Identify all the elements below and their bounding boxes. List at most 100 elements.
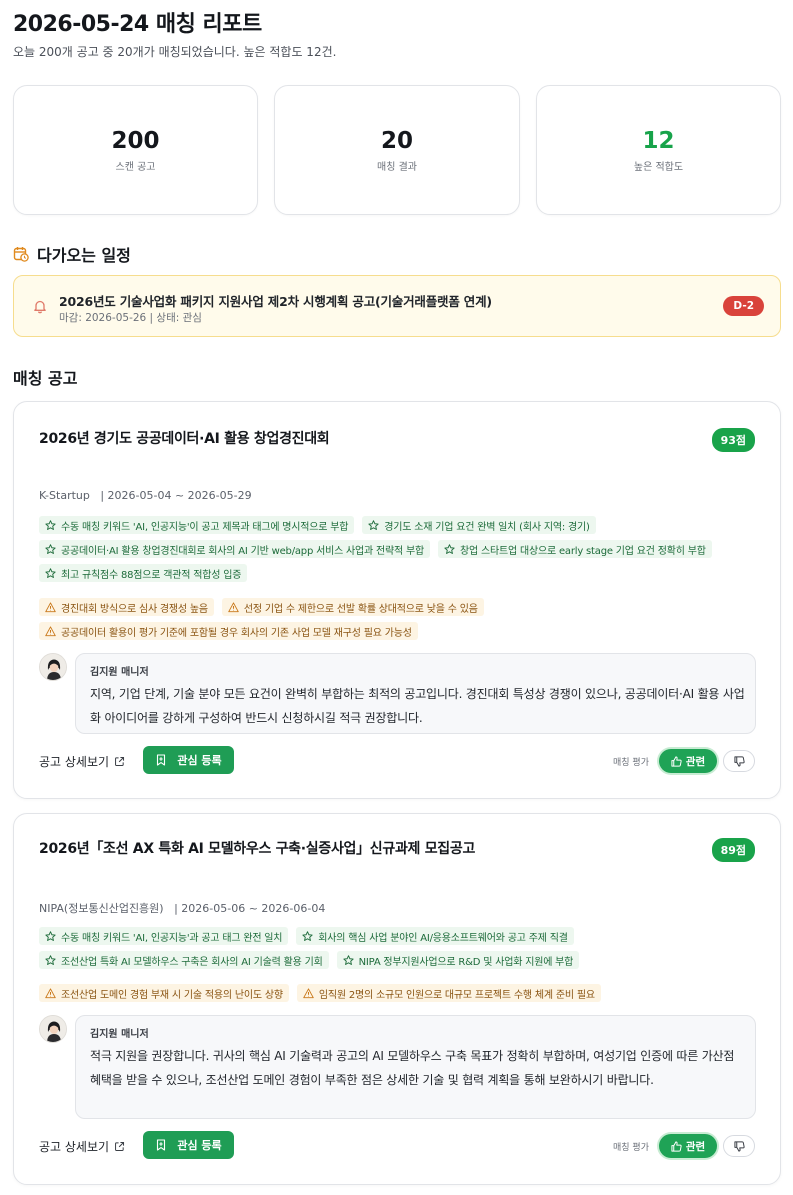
advisor-name: 김지원 매니저 [90, 667, 149, 678]
stat-value: 20 [380, 127, 413, 154]
star-icon [45, 954, 56, 965]
report-page: 2026-05-24 매칭 리포트 오늘 200개 공고 중 20개가 매칭되었… [0, 0, 793, 1195]
match-card: 2026년 경기도 공공데이터·AI 활용 창업경진대회 93점 K-Start… [13, 401, 781, 799]
matches-heading: 매칭 공고 [13, 369, 78, 388]
star-icon [45, 930, 56, 941]
deadline-meta: 마감: 2026-05-26 | 상태: 관심 [59, 312, 202, 324]
warning-icon [303, 987, 314, 998]
stat-value: 12 [642, 127, 675, 154]
detail-link-label: 공고 상세보기 [39, 1140, 110, 1154]
tag-label: 최고 규칙점수 88점으로 객관적 적합성 입증 [61, 569, 242, 581]
add-favorite-button[interactable]: 관심 등록 [143, 1131, 234, 1159]
relevant-button[interactable]: 관련 [659, 1134, 717, 1158]
bell-icon [34, 300, 46, 314]
score-badge: 89점 [711, 838, 755, 862]
bookmark-plus-icon [157, 754, 166, 766]
thumbs-up-icon [671, 755, 682, 767]
stat-value: 200 [111, 127, 160, 154]
score-badge: 93점 [711, 428, 755, 452]
stat-card-matched: 20 매칭 결과 [274, 85, 520, 215]
card-title[interactable]: 2026년「조선 AX 특화 AI 모델하우스 구축·실증사업」신규과제 모집공… [39, 838, 475, 858]
warning-icon [228, 601, 239, 612]
thumbs-up-icon [671, 1140, 682, 1152]
avatar [39, 653, 67, 681]
match-eval-label: 매칭 평가 [613, 758, 649, 768]
stat-label: 매칭 결과 [377, 161, 417, 173]
add-favorite-button[interactable]: 관심 등록 [143, 746, 234, 774]
stat-label: 높은 적합도 [633, 161, 684, 173]
tag-label: 경진대회 방식으로 심사 경쟁성 높음 [61, 603, 208, 615]
strength-tag: 조선산업 특화 AI 모델하우스 구축은 회사의 AI 기술력 활용 기회 [39, 951, 329, 969]
tag-label: 조선산업 특화 AI 모델하우스 구축은 회사의 AI 기술력 활용 기회 [61, 956, 323, 968]
strength-tags: 수동 매칭 키워드 'AI, 인공지능'과 공고 태그 완전 일치 회사의 핵심 … [39, 927, 759, 969]
add-favorite-label: 관심 등록 [177, 754, 222, 767]
advisor-comment-text: 적극 지원을 권장합니다. 귀사의 핵심 AI 기술력과 공고의 AI 모델하우… [90, 1049, 735, 1087]
not-relevant-button[interactable] [723, 750, 755, 772]
advisor-portrait-icon [40, 1016, 66, 1042]
warning-icon [45, 987, 56, 998]
strength-tags: 수동 매칭 키워드 'AI, 인공지능'이 공고 제목과 태그에 명시적으로 부… [39, 516, 759, 582]
risk-tag: 공공데이터 활용이 평가 기준에 포함될 경우 회사의 기존 사업 모델 재구성… [39, 622, 418, 640]
card-meta: K-Startup | 2026-05-04 ~ 2026-05-29 [39, 489, 252, 502]
advisor-comment: 김지원 매니저 지역, 기업 단계, 기술 분야 모든 요건이 완벽히 부합하는… [75, 653, 756, 734]
advisor-comment-text: 지역, 기업 단계, 기술 분야 모든 요건이 완벽히 부합하는 최적의 공고입… [90, 687, 745, 725]
star-icon [368, 519, 379, 530]
external-link-icon [115, 756, 125, 766]
dday-badge: D-2 [723, 296, 764, 316]
relevant-label: 관련 [685, 1140, 706, 1153]
star-icon [444, 543, 455, 554]
tag-label: 공공데이터·AI 활용 창업경진대회로 회사의 AI 기반 web/app 서비… [61, 545, 425, 557]
relevant-button[interactable]: 관련 [659, 749, 717, 773]
tag-label: 선정 기업 수 제한으로 선발 확률 상대적으로 낮을 수 있음 [243, 603, 478, 615]
strength-tag: 창업 스타트업 대상으로 early stage 기업 요건 정확히 부합 [438, 540, 712, 558]
star-icon [45, 567, 56, 578]
risk-tag: 선정 기업 수 제한으로 선발 확률 상대적으로 낮을 수 있음 [221, 598, 484, 616]
star-icon [342, 954, 354, 965]
tag-label: 회사의 핵심 사업 분야인 AI/응용소프트웨어와 공고 주제 직결 [318, 932, 568, 944]
tag-label: 임직원 2명의 소규모 인원으로 대규모 프로젝트 수행 체계 준비 필요 [318, 989, 595, 1001]
star-icon [302, 930, 313, 941]
page-subtitle: 오늘 200개 공고 중 20개가 매칭되었습니다. 높은 적합도 12건. [13, 45, 337, 59]
advisor-comment: 김지원 매니저 적극 지원을 권장합니다. 귀사의 핵심 AI 기술력과 공고의… [75, 1015, 756, 1119]
tag-label: 수동 매칭 키워드 'AI, 인공지능'과 공고 태그 완전 일치 [61, 932, 283, 944]
card-title[interactable]: 2026년 경기도 공공데이터·AI 활용 창업경진대회 [39, 428, 330, 448]
avatar [39, 1015, 67, 1043]
warning-icon [45, 601, 56, 612]
risk-tags: 경진대회 방식으로 심사 경쟁성 높음 선정 기업 수 제한으로 선발 확률 상대… [39, 598, 759, 640]
not-relevant-button[interactable] [723, 1135, 755, 1157]
star-icon [45, 519, 56, 530]
match-card: 2026년「조선 AX 특화 AI 모델하우스 구축·실증사업」신규과제 모집공… [13, 813, 781, 1185]
detail-link[interactable]: 공고 상세보기 [39, 753, 125, 770]
external-link-icon [115, 1141, 125, 1151]
advisor-name: 김지원 매니저 [90, 1029, 149, 1040]
tag-label: NIPA 정부지원사업으로 R&D 및 사업화 지원에 부합 [358, 956, 574, 968]
tag-label: 공공데이터 활용이 평가 기준에 포함될 경우 회사의 기존 사업 모델 재구성… [61, 627, 412, 639]
advisor-portrait-icon [40, 654, 66, 680]
bookmark-plus-icon [157, 1139, 166, 1151]
stat-card-high-fit: 12 높은 적합도 [536, 85, 781, 215]
schedule-heading: 다가오는 일정 [13, 242, 131, 266]
strength-tag: 공공데이터·AI 활용 창업경진대회로 회사의 AI 기반 web/app 서비… [39, 540, 431, 558]
risk-tag: 임직원 2명의 소규모 인원으로 대규모 프로젝트 수행 체계 준비 필요 [296, 984, 601, 1002]
tag-label: 경기도 소재 기업 요건 완벽 일치 (회사 지역: 경기) [384, 521, 590, 533]
warning-icon [45, 625, 56, 636]
match-eval-label: 매칭 평가 [613, 1143, 649, 1153]
strength-tag: 최고 규칙점수 88점으로 객관적 적합성 입증 [39, 564, 248, 582]
strength-tag: NIPA 정부지원사업으로 R&D 및 사업화 지원에 부합 [336, 951, 580, 969]
deadline-item[interactable]: 2026년도 기술사업화 패키지 지원사업 제2차 시행계획 공고(기술거래플랫… [13, 275, 781, 337]
strength-tag: 수동 매칭 키워드 'AI, 인공지능'이 공고 제목과 태그에 명시적으로 부… [39, 516, 355, 534]
stat-label: 스캔 공고 [115, 161, 156, 173]
thumbs-down-icon [733, 755, 745, 767]
risk-tags: 조선산업 도메인 경험 부재 시 기술 적용의 난이도 상향 임직원 2명의 소규… [39, 984, 759, 1002]
thumbs-down-icon [733, 1140, 745, 1152]
detail-link-label: 공고 상세보기 [39, 755, 110, 769]
risk-tag: 조선산업 도메인 경험 부재 시 기술 적용의 난이도 상향 [39, 984, 289, 1002]
tag-label: 조선산업 도메인 경험 부재 시 기술 적용의 난이도 상향 [61, 989, 283, 1001]
deadline-title: 2026년도 기술사업화 패키지 지원사업 제2차 시행계획 공고(기술거래플랫… [59, 294, 492, 309]
schedule-heading-label: 다가오는 일정 [37, 246, 131, 265]
strength-tag: 경기도 소재 기업 요건 완벽 일치 (회사 지역: 경기) [362, 516, 596, 534]
calendar-clock-icon [13, 247, 29, 262]
add-favorite-label: 관심 등록 [177, 1139, 222, 1152]
strength-tag: 회사의 핵심 사업 분야인 AI/응용소프트웨어와 공고 주제 직결 [296, 927, 574, 945]
detail-link[interactable]: 공고 상세보기 [39, 1138, 125, 1155]
